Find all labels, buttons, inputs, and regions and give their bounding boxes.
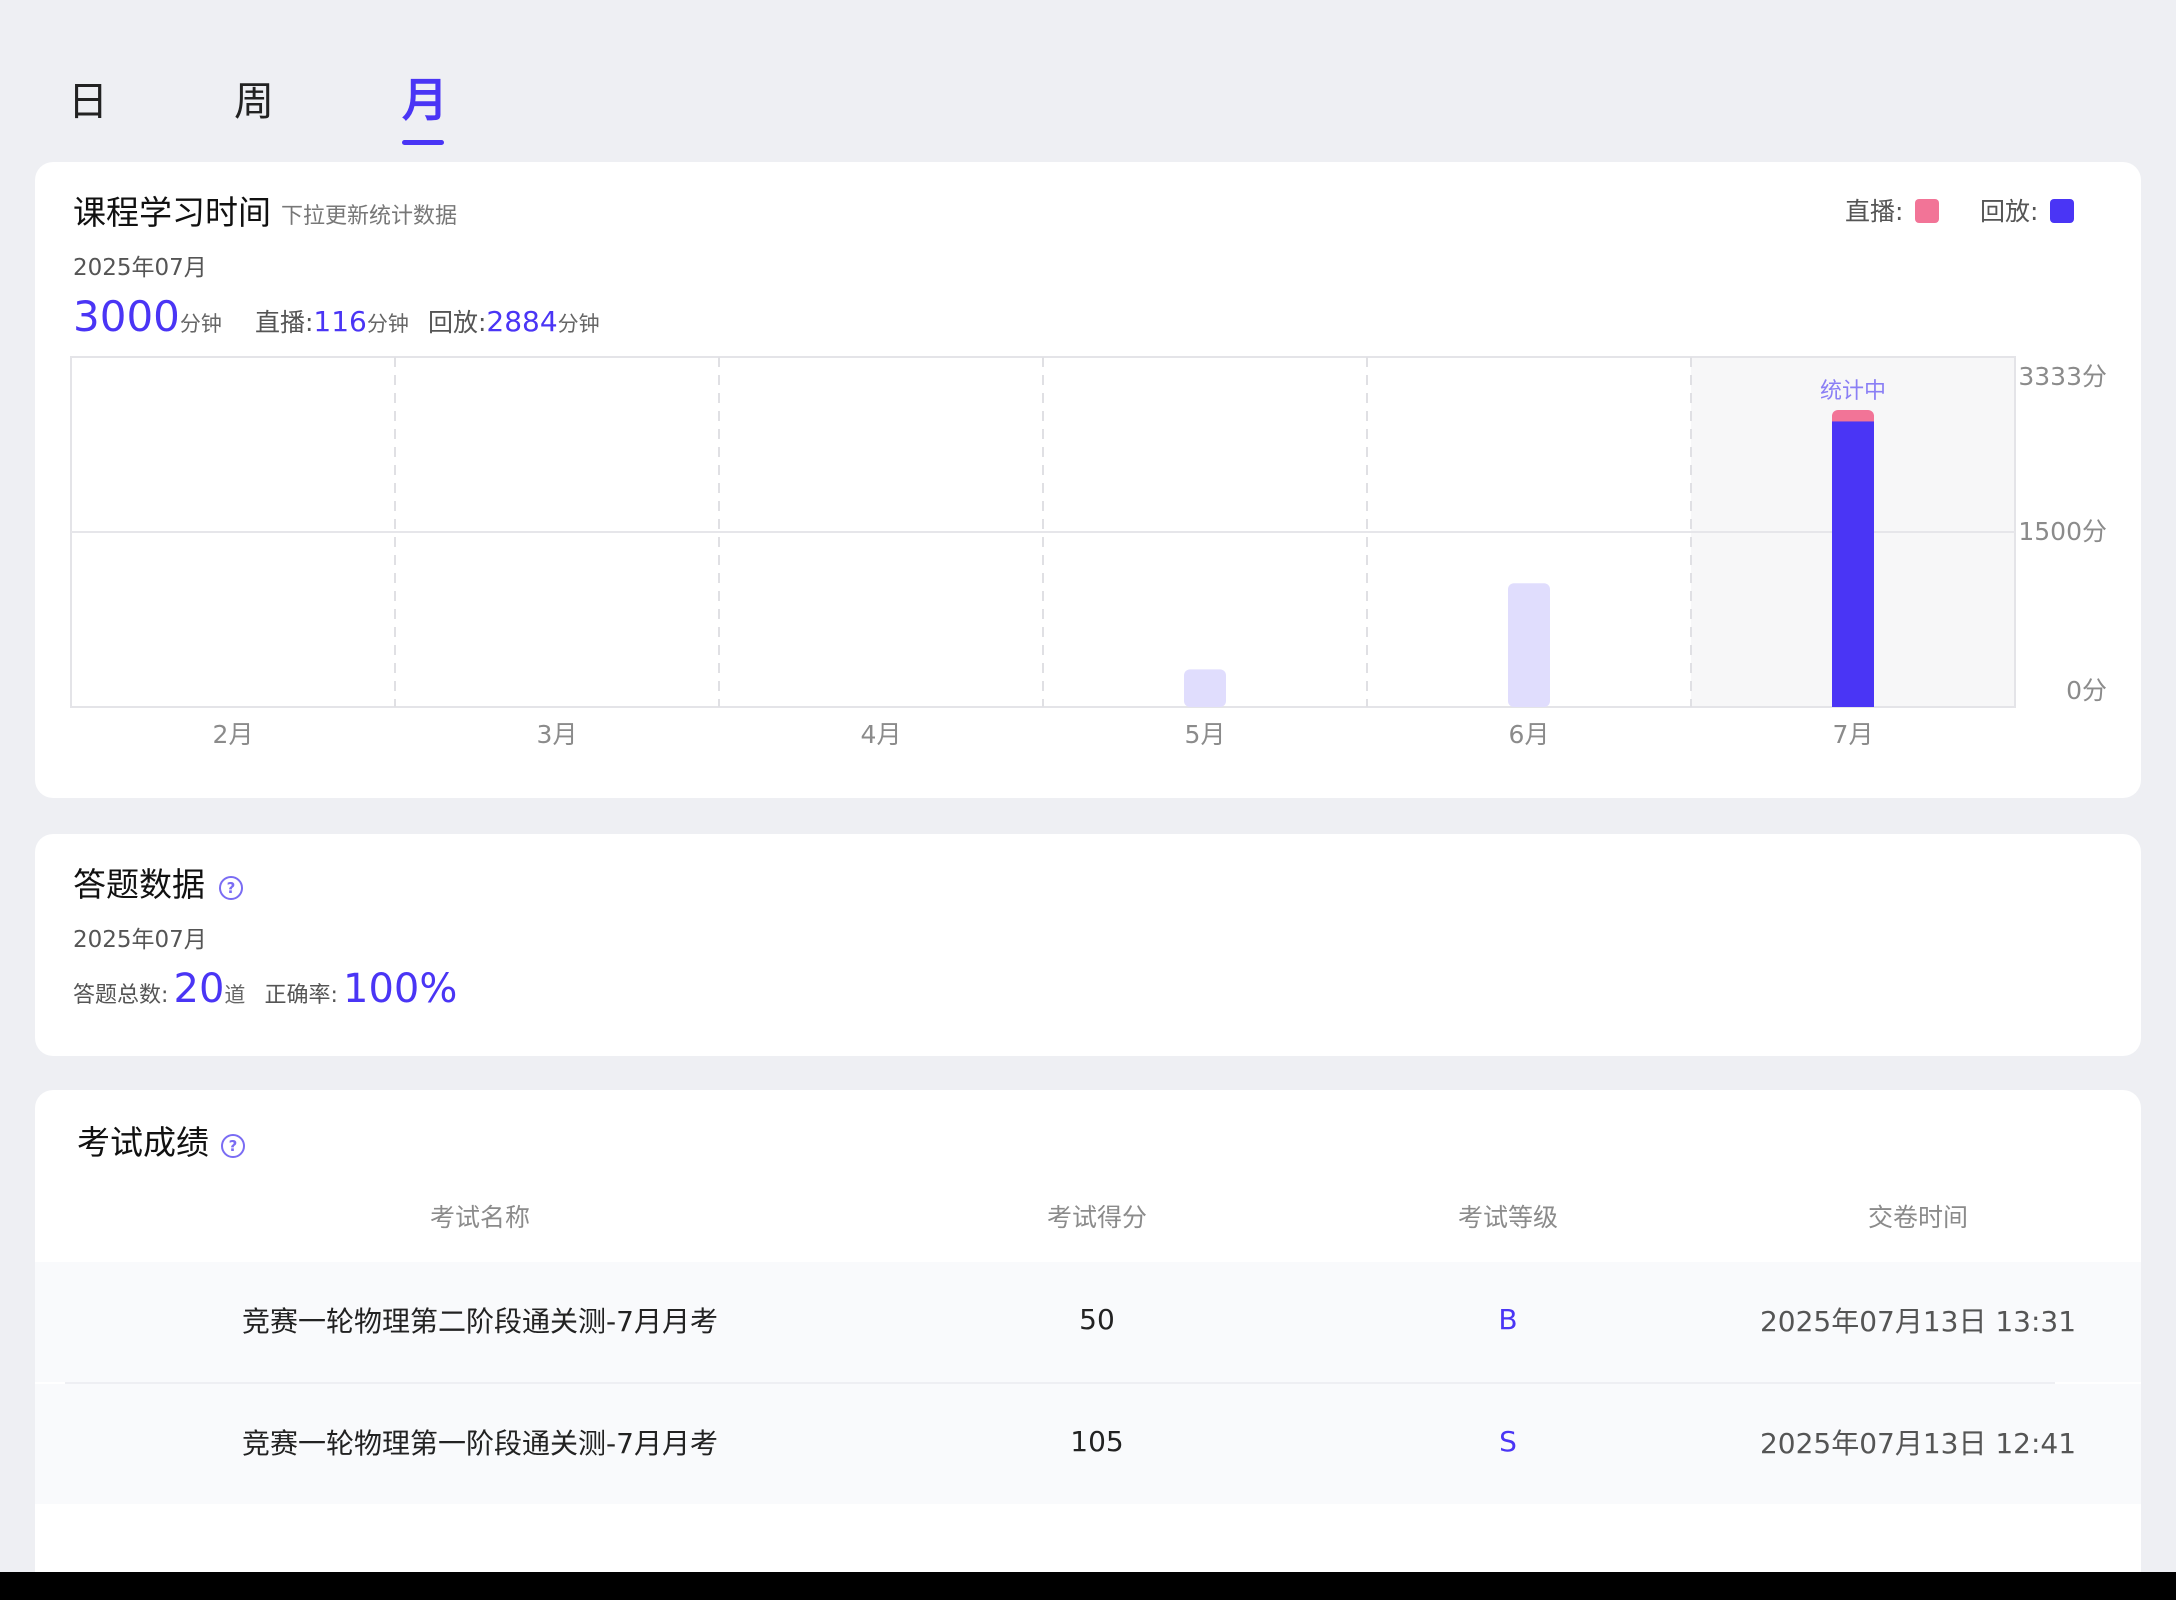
answer-stats: 答题总数: 20道 正确率: 100% bbox=[73, 964, 457, 1022]
exam-name: 竞赛一轮物理第二阶段通关测-7月月考 bbox=[242, 1305, 718, 1338]
exam-submit-time: 2025年07月13日 13:31 bbox=[1759, 1305, 2077, 1338]
table-row[interactable]: 竞赛一轮物理第一阶段通关测-7月月考 105 S 2025年07月13日 12:… bbox=[35, 1384, 2141, 1504]
exam-results-title: 考试成绩 bbox=[77, 1123, 209, 1162]
x-tick-label: 6月 bbox=[1509, 720, 1550, 749]
answer-total-label: 答题总数: bbox=[73, 983, 169, 1008]
col-header-grade: 考试等级 bbox=[1457, 1203, 1558, 1232]
x-tick-label: 5月 bbox=[1185, 720, 1226, 749]
active-tab-indicator bbox=[402, 140, 444, 145]
accuracy-label: 正确率: bbox=[264, 983, 338, 1008]
exam-grade: B bbox=[1498, 1303, 1518, 1336]
table-row[interactable]: 竞赛一轮物理第二阶段通关测-7月月考 50 B 2025年07月13日 13:3… bbox=[35, 1262, 2141, 1382]
x-tick-label: 3月 bbox=[537, 720, 578, 749]
bar-total bbox=[1184, 669, 1226, 707]
y-tick-label: 1500分 bbox=[2018, 517, 2107, 546]
bar-replay bbox=[1832, 421, 1874, 707]
exam-score: 50 bbox=[1079, 1303, 1115, 1336]
bar-total bbox=[1508, 583, 1550, 707]
x-tick-label: 7月 bbox=[1833, 720, 1874, 749]
exam-grade: S bbox=[1499, 1425, 1517, 1458]
answer-month: 2025年07月 bbox=[73, 927, 207, 953]
y-tick-label: 0分 bbox=[2066, 676, 2107, 705]
study-time-card: 课程学习时间 下拉更新统计数据 直播: 回放: 2025年07月 3000分钟 … bbox=[35, 162, 2141, 798]
exam-score: 105 bbox=[1070, 1425, 1124, 1458]
answer-total-value: 20 bbox=[173, 966, 225, 1012]
x-tick-label: 2月 bbox=[213, 720, 254, 749]
exam-name: 竞赛一轮物理第一阶段通关测-7月月考 bbox=[242, 1427, 718, 1460]
system-bottom-bar bbox=[0, 1572, 2176, 1600]
tab-month[interactable]: 月 bbox=[402, 72, 448, 128]
tab-day[interactable]: 日 bbox=[68, 74, 108, 130]
answer-total-unit: 道 bbox=[224, 983, 246, 1007]
answer-help-icon[interactable]: ? bbox=[219, 876, 243, 900]
y-tick-label: 3333分 bbox=[2018, 362, 2107, 391]
exam-help-icon[interactable]: ? bbox=[221, 1134, 245, 1158]
exam-results-card: 考试成绩 ? 考试名称 考试得分 考试等级 交卷时间 竞赛一轮物理第二阶段通关测… bbox=[35, 1090, 2141, 1600]
accuracy-value: 100% bbox=[343, 966, 458, 1012]
answer-data-title: 答题数据 bbox=[73, 865, 205, 904]
answer-data-card: 答题数据 ? 2025年07月 答题总数: 20道 正确率: 100% bbox=[35, 834, 2141, 1056]
in-progress-label: 统计中 bbox=[1820, 379, 1886, 404]
study-time-chart: 统计中 2月 3月 4月 5月 6月 7月 3333分 1500分 0分 bbox=[70, 356, 2107, 749]
col-header-name: 考试名称 bbox=[429, 1203, 530, 1232]
tab-week[interactable]: 周 bbox=[234, 74, 274, 130]
exam-submit-time: 2025年07月13日 12:41 bbox=[1759, 1427, 2077, 1460]
period-tabs: 日 周 月 bbox=[0, 0, 2176, 160]
col-header-time: 交卷时间 bbox=[1867, 1203, 1968, 1232]
x-tick-label: 4月 bbox=[861, 720, 902, 749]
col-header-score: 考试得分 bbox=[1046, 1203, 1147, 1232]
